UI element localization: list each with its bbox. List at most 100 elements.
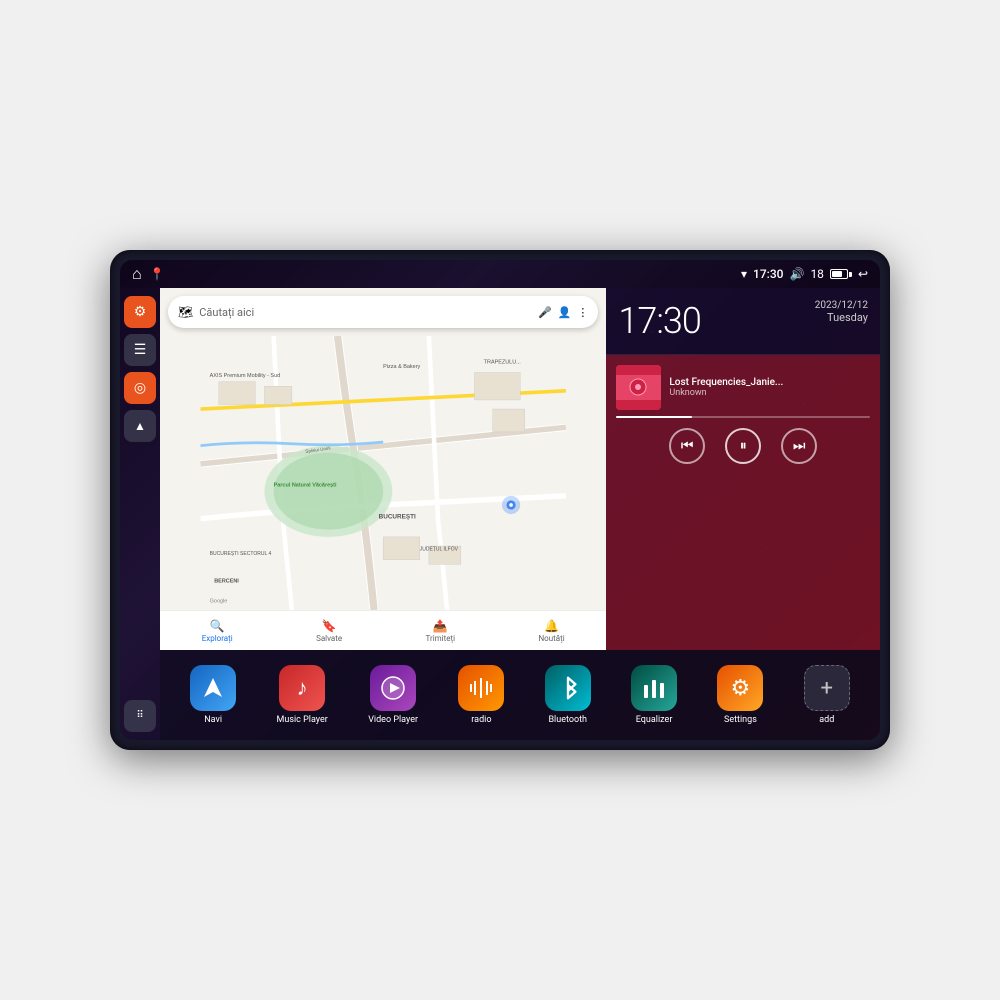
status-bar: ⌂ 📍 ▾ 17:30 🔊 18 ↩ [120,260,880,288]
play-pause-button[interactable]: ⏸ [725,428,761,464]
gear-icon: ⚙ [731,676,751,701]
album-art-svg [616,365,661,410]
settings-icon-img: ⚙ [717,665,763,711]
navigation-icon: ▲ [134,419,146,433]
add-label: add [819,715,834,725]
radio-waves-icon [468,675,494,701]
music-player-icon-img: ♪ [279,665,325,711]
map-area: 🗺 Căutați aici 🎤 👤 ⋮ [160,288,880,650]
svg-text:Google: Google [210,599,228,605]
map-svg: AXIS Premium Mobility - Sud Pizza & Bake… [160,336,606,610]
app-music-player[interactable]: ♪ Music Player [277,665,328,725]
battery-body [830,269,848,279]
app-radio[interactable]: radio [458,665,504,725]
svg-text:TRAPEZULU...: TRAPEZULU... [484,359,522,365]
home-icon[interactable]: ⌂ [132,264,142,284]
add-icon-img: + [804,665,850,711]
app-equalizer[interactable]: Equalizer [631,665,677,725]
news-icon: 🔔 [544,619,559,633]
music-note-icon: ♪ [297,675,308,701]
svg-text:BUCUREȘTI SECTORUL 4: BUCUREȘTI SECTORUL 4 [210,551,272,557]
map-search-bar[interactable]: 🗺 Căutați aici 🎤 👤 ⋮ [168,296,598,328]
clock-date-text: 2023/12/12 [815,300,868,311]
sidebar-item-files[interactable]: ☰ [124,334,156,366]
news-label: Noutăți [538,634,564,643]
equalizer-bars-icon [641,675,667,701]
svg-text:BERCENI: BERCENI [214,579,239,585]
google-maps-icon: 🗺 [178,305,193,319]
bluetooth-icon-svg [558,675,578,701]
status-right: ▾ 17:30 🔊 18 ↩ [741,267,868,281]
main-content: ⚙ ☰ ◎ ▲ ⠿ [120,288,880,740]
apps-grid-icon: ⠿ [136,711,143,721]
music-info: Lost Frequencies_Janie... Unknown [616,365,870,410]
map-bottom-bar: 🔍 Explorați 🔖 Salvate 📤 Trimiteți [160,610,606,650]
mic-icon[interactable]: 🎤 [538,306,552,319]
music-artist: Unknown [669,388,870,398]
navi-label: Navi [204,715,222,725]
device-screen: ⌂ 📍 ▾ 17:30 🔊 18 ↩ [120,260,880,740]
clock-day-text: Tuesday [815,311,868,324]
saved-label: Salvate [316,634,342,643]
next-icon: ⏭ [793,438,806,454]
volume-icon: 🔊 [789,267,804,281]
music-player-label: Music Player [277,715,328,725]
svg-text:Pizza & Bakery: Pizza & Bakery [383,364,420,370]
equalizer-icon-img [631,665,677,711]
settings-icon: ⚙ [134,304,147,320]
music-widget: Lost Frequencies_Janie... Unknown ⏮ [606,355,880,650]
wifi-icon: ▾ [741,267,747,281]
center-content: 🗺 Căutați aici 🎤 👤 ⋮ [160,288,880,740]
prev-button[interactable]: ⏮ [669,428,705,464]
music-details: Lost Frequencies_Janie... Unknown [669,377,870,398]
account-icon[interactable]: 👤 [558,306,572,319]
sidebar-item-apps[interactable]: ⠿ [124,700,156,732]
map-container[interactable]: 🗺 Căutați aici 🎤 👤 ⋮ [160,288,606,650]
more-icon[interactable]: ⋮ [577,306,588,319]
app-video-player[interactable]: Video Player [368,665,418,725]
music-progress-bar[interactable] [616,416,870,418]
album-art-inner [616,365,661,410]
battery-tip [849,272,852,277]
map-share[interactable]: 📤 Trimiteți [426,619,456,643]
music-controls: ⏮ ⏸ ⏭ [616,424,870,468]
maps-status-icon: 📍 [150,267,165,281]
music-progress-fill [616,416,692,418]
music-title: Lost Frequencies_Janie... [669,377,870,388]
sidebar-item-navigation[interactable]: ▲ [124,410,156,442]
prev-icon: ⏮ [681,438,694,454]
svg-text:AXIS Premium Mobility - Sud: AXIS Premium Mobility - Sud [210,373,281,379]
radio-icon-img [458,665,504,711]
sidebar-item-maps[interactable]: ◎ [124,372,156,404]
next-button[interactable]: ⏭ [781,428,817,464]
radio-label: radio [471,715,491,725]
video-play-icon [380,675,406,701]
app-dock: Navi ♪ Music Player [160,650,880,740]
video-player-label: Video Player [368,715,418,725]
saved-icon: 🔖 [322,619,337,633]
explore-label: Explorați [202,634,233,643]
map-search-text: Căutați aici [199,306,532,319]
app-add[interactable]: + add [804,665,850,725]
sidebar-item-settings[interactable]: ⚙ [124,296,156,328]
status-time: 17:30 [753,267,783,281]
back-icon[interactable]: ↩ [858,267,868,281]
app-navi[interactable]: Navi [190,665,236,725]
battery-icon [830,269,852,279]
svg-text:BUCUREȘTI: BUCUREȘTI [379,514,416,521]
app-settings[interactable]: ⚙ Settings [717,665,763,725]
clock-time: 17:30 [618,300,700,342]
app-bluetooth[interactable]: Bluetooth [545,665,591,725]
map-content: AXIS Premium Mobility - Sud Pizza & Bake… [160,336,606,610]
settings-label: Settings [724,715,757,725]
map-news[interactable]: 🔔 Noutăți [538,619,564,643]
share-label: Trimiteți [426,634,456,643]
video-player-icon-img [370,665,416,711]
map-saved[interactable]: 🔖 Salvate [316,619,342,643]
files-icon: ☰ [134,342,147,358]
map-pin-icon: ◎ [134,380,146,396]
bluetooth-label: Bluetooth [548,715,587,725]
map-explore[interactable]: 🔍 Explorați [202,619,233,643]
share-icon: 📤 [433,619,448,633]
signal-strength: 18 [810,267,824,281]
